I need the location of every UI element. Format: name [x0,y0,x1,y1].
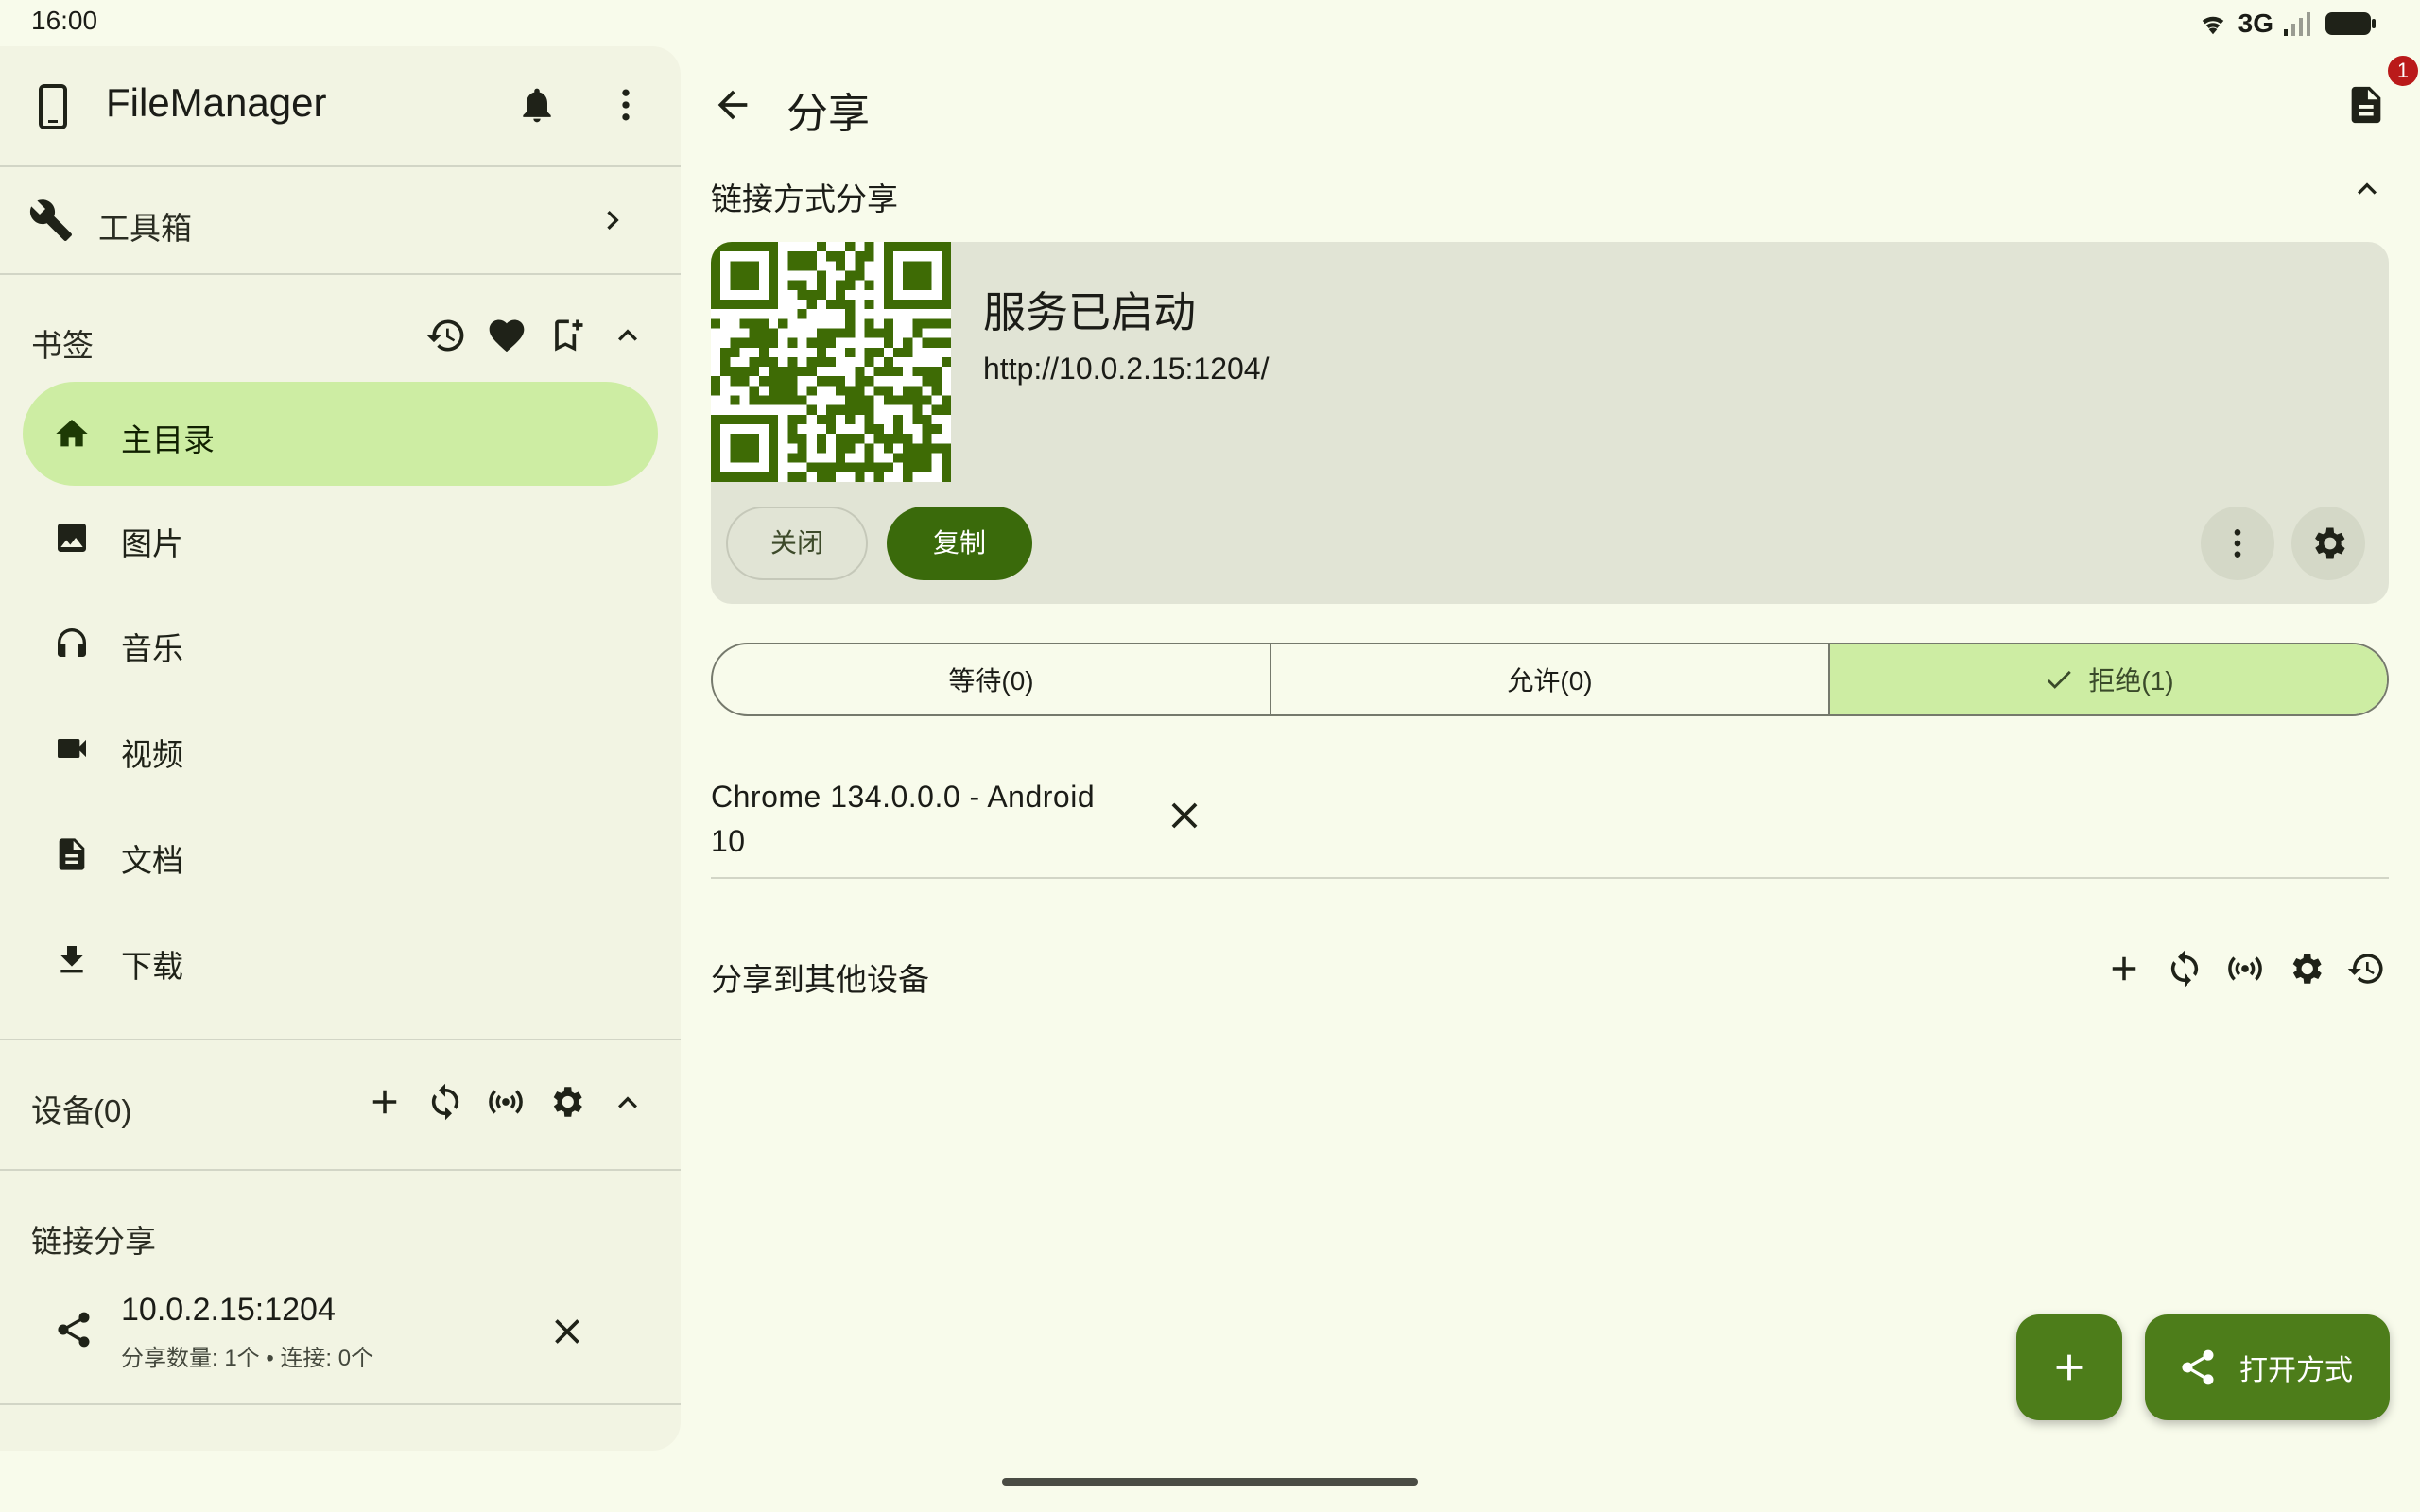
nav-item-label: 图片 [121,526,183,561]
add-icon[interactable] [2104,949,2144,988]
share-entry[interactable]: 10.0.2.15:1204 分享数量: 1个 • 连接: 0个 [0,1275,681,1379]
chevron-up-icon[interactable] [2348,170,2386,208]
add-icon[interactable] [365,1082,405,1122]
open-with-label: 打开方式 [2239,1355,2353,1386]
tab-label: 允许(0) [1507,666,1593,696]
gesture-home-bar[interactable] [1002,1478,1418,1486]
status-time: 16:00 [31,6,98,35]
nav-item-downloads[interactable]: 下载 [23,908,658,1012]
divider [0,1403,681,1405]
sync-icon[interactable] [2165,949,2204,988]
nav-item-documents[interactable]: 文档 [23,802,658,906]
close-service-button[interactable]: 关闭 [726,507,868,580]
settings-icon[interactable] [546,1082,586,1122]
navigation-drawer: FileManager 工具箱 书签 主目录 图片 音乐 视频 文档 下载 设备… [0,46,681,1451]
page-title: 分享 [786,91,870,137]
signal-icon [2284,12,2310,36]
share-icon [58,1312,90,1348]
bell-icon[interactable] [516,84,558,126]
more-vert-icon [2234,529,2241,558]
nav-item-label: 音乐 [121,631,183,666]
service-url: http://10.0.2.15:1204/ [983,352,1270,386]
settings-icon[interactable] [2286,949,2325,988]
toolbox-label: 工具箱 [98,211,192,246]
share-host: 10.0.2.15:1204 [121,1292,336,1328]
nav-item-label: 主目录 [121,422,215,457]
nav-item-music[interactable]: 音乐 [23,591,658,695]
close-icon[interactable] [1163,794,1206,837]
headphones-icon [58,628,86,657]
battery-icon [2325,12,2376,35]
divider [0,1169,681,1171]
bookmark-add-icon[interactable] [546,315,588,356]
wifi-icon [2202,16,2223,35]
nav-item-images[interactable]: 图片 [23,486,658,590]
videocam-icon [58,739,86,758]
tab-waiting[interactable]: 等待(0) [713,644,1271,714]
wrench-icon [29,199,72,241]
copy-button[interactable]: 复制 [887,507,1032,580]
download-icon [60,946,83,973]
history-icon[interactable] [2346,949,2386,988]
broadcast-icon[interactable] [486,1082,526,1122]
add-fab[interactable] [2016,1314,2122,1420]
check-icon [2048,670,2072,689]
devices-label: 设备(0) [31,1093,132,1128]
status-segmented-tabs: 等待(0) 允许(0) 拒绝(1) [711,643,2389,716]
service-status: 服务已启动 [983,288,1197,336]
tab-rejected[interactable]: 拒绝(1) [1830,644,2387,714]
home-icon [56,420,88,447]
more-vert-icon[interactable] [605,84,647,126]
share-icon [2182,1349,2214,1385]
share-meta: 分享数量: 1个 • 连接: 0个 [121,1346,374,1371]
divider [711,877,2389,879]
sync-icon[interactable] [425,1082,465,1122]
app-title: FileManager [106,80,327,125]
service-card: 服务已启动 http://10.0.2.15:1204/ 关闭 复制 [711,242,2389,604]
chevron-up-icon[interactable] [609,1084,647,1122]
toolbox-row[interactable]: 工具箱 [0,167,681,273]
section-title: 链接方式分享 [711,181,898,216]
close-icon[interactable] [546,1311,588,1352]
back-arrow-icon[interactable] [711,83,754,127]
notification-badge: 1 [2388,56,2418,86]
nav-item-home[interactable]: 主目录 [23,382,658,486]
bookmarks-label: 书签 [31,328,94,363]
tab-label: 等待(0) [948,666,1034,696]
chevron-up-icon[interactable] [609,317,647,354]
settings-icon [2315,527,2345,559]
tab-label: 拒绝(1) [2088,666,2174,696]
image-icon [58,524,86,552]
nav-item-label: 文档 [121,843,183,878]
document-log-icon[interactable] [2344,83,2388,127]
card-settings-button[interactable] [2291,507,2365,580]
status-icons: 3G [2197,8,2377,40]
tab-allowed[interactable]: 允许(0) [1271,644,1830,714]
document-icon [59,838,85,870]
qr-code [711,242,951,482]
chevron-right-icon [607,211,619,230]
history-icon[interactable] [425,315,467,356]
nav-item-label: 视频 [121,737,183,772]
link-share-label: 链接分享 [31,1224,156,1259]
other-devices-title: 分享到其他设备 [711,962,929,997]
network-type: 3G [2238,9,2273,38]
nav-item-label: 下载 [121,949,183,984]
phone-icon [39,84,67,129]
divider [0,1039,681,1040]
card-more-button[interactable] [2201,507,2274,580]
heart-icon[interactable] [486,315,527,356]
client-name: Chrome 134.0.0.0 - Android 10 [711,780,1096,858]
broadcast-icon[interactable] [2225,949,2265,988]
add-icon [2056,1354,2083,1381]
nav-item-videos[interactable]: 视频 [23,696,658,800]
open-with-fab[interactable]: 打开方式 [2145,1314,2390,1420]
divider [0,273,681,275]
